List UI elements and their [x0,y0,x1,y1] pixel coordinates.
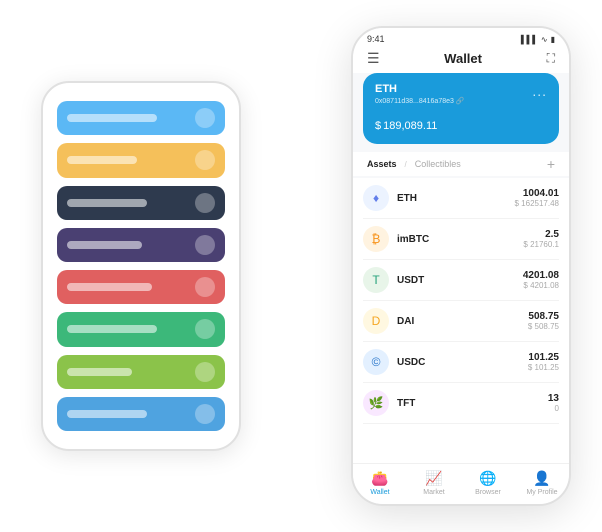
assets-header: Assets / Collectibles + [353,152,569,176]
bg-phone [41,81,241,451]
main-phone: 9:41 ▌▌▌ ∿ ▮ ☰ Wallet ⛶ ETH 0x08711d38..… [351,26,571,506]
nav-label: Market [423,489,444,496]
asset-item[interactable]: ♦ ETH1004.01$ 162517.48 [363,178,559,219]
tab-collectibles[interactable]: Collectibles [415,159,461,169]
header-title: Wallet [444,51,482,66]
phone-header: ☰ Wallet ⛶ [353,46,569,73]
dollar-sign: $ [375,120,381,132]
nav-icon: 🌐 [479,470,496,487]
signal-icon: ▌▌▌ [521,35,538,44]
status-icons: ▌▌▌ ∿ ▮ [521,35,555,44]
asset-icon: ♦ [363,185,389,211]
battery-icon: ▮ [551,35,555,44]
nav-icon: 📈 [425,470,442,487]
asset-amounts: 4201.08$ 4201.08 [523,270,559,290]
asset-item[interactable]: T USDT4201.08$ 4201.08 [363,260,559,301]
nav-item-wallet[interactable]: 👛 Wallet [353,470,407,496]
asset-name: USDT [397,275,523,286]
asset-amounts: 1004.01$ 162517.48 [515,188,560,208]
eth-card-title: ETH [375,83,547,95]
asset-icon: ₿ [363,226,389,252]
nav-label: My Profile [526,489,557,496]
status-bar: 9:41 ▌▌▌ ∿ ▮ [353,28,569,46]
eth-card-amount: $189,089.11 [375,113,547,134]
asset-name: ETH [397,193,515,204]
wallet-card[interactable] [57,228,225,262]
scene: 9:41 ▌▌▌ ∿ ▮ ☰ Wallet ⛶ ETH 0x08711d38..… [11,11,591,521]
asset-amount: 13 [548,393,559,404]
asset-name: TFT [397,398,548,409]
asset-amount: 1004.01 [515,188,560,199]
amount-value: 189,089.11 [383,120,437,132]
wallet-card[interactable] [57,270,225,304]
asset-item[interactable]: © USDC101.25$ 101.25 [363,342,559,383]
expand-icon[interactable]: ⛶ [547,51,555,66]
wallet-card[interactable] [57,101,225,135]
asset-item[interactable]: D DAI508.75$ 508.75 [363,301,559,342]
more-dots[interactable]: ... [532,83,547,99]
asset-item[interactable]: ₿ imBTC2.5$ 21760.1 [363,219,559,260]
bottom-nav: 👛 Wallet 📈 Market 🌐 Browser 👤 My Profile [353,463,569,504]
asset-icon: D [363,308,389,334]
asset-amount: 4201.08 [523,270,559,281]
asset-icon: © [363,349,389,375]
wallet-card[interactable] [57,355,225,389]
wifi-icon: ∿ [541,35,548,44]
asset-amounts: 130 [548,393,559,413]
nav-label: Browser [475,489,501,496]
asset-usd: $ 21760.1 [523,240,559,249]
nav-icon: 👤 [533,470,550,487]
asset-amount: 508.75 [528,311,559,322]
eth-card[interactable]: ETH 0x08711d38...8416a78e3 🔗 $189,089.11… [363,73,559,144]
wallet-card[interactable] [57,312,225,346]
nav-item-market[interactable]: 📈 Market [407,470,461,496]
asset-name: imBTC [397,234,523,245]
nav-item-my-profile[interactable]: 👤 My Profile [515,470,569,496]
asset-name: DAI [397,316,528,327]
wallet-card[interactable] [57,143,225,177]
asset-usd: $ 162517.48 [515,199,560,208]
time: 9:41 [367,34,385,44]
asset-name: USDC [397,357,528,368]
asset-icon: T [363,267,389,293]
wallet-card[interactable] [57,186,225,220]
assets-tabs: Assets / Collectibles [367,159,461,169]
asset-usd: $ 508.75 [528,322,559,331]
eth-card-address: 0x08711d38...8416a78e3 🔗 [375,97,547,105]
asset-icon: 🌿 [363,390,389,416]
asset-amount: 101.25 [528,352,559,363]
add-asset-button[interactable]: + [547,156,555,172]
asset-list: ♦ ETH1004.01$ 162517.48 ₿ imBTC2.5$ 21760.1… [353,178,569,463]
asset-usd: $ 4201.08 [523,281,559,290]
asset-item[interactable]: 🌿 TFT130 [363,383,559,424]
tab-assets[interactable]: Assets [367,159,397,169]
nav-item-browser[interactable]: 🌐 Browser [461,470,515,496]
tab-separator: / [405,160,407,169]
asset-amount: 2.5 [523,229,559,240]
asset-amounts: 101.25$ 101.25 [528,352,559,372]
asset-amounts: 2.5$ 21760.1 [523,229,559,249]
wallet-card[interactable] [57,397,225,431]
nav-icon: 👛 [371,470,388,487]
menu-icon[interactable]: ☰ [367,50,380,67]
asset-amounts: 508.75$ 508.75 [528,311,559,331]
asset-usd: $ 101.25 [528,363,559,372]
asset-usd: 0 [548,404,559,413]
nav-label: Wallet [370,489,389,496]
